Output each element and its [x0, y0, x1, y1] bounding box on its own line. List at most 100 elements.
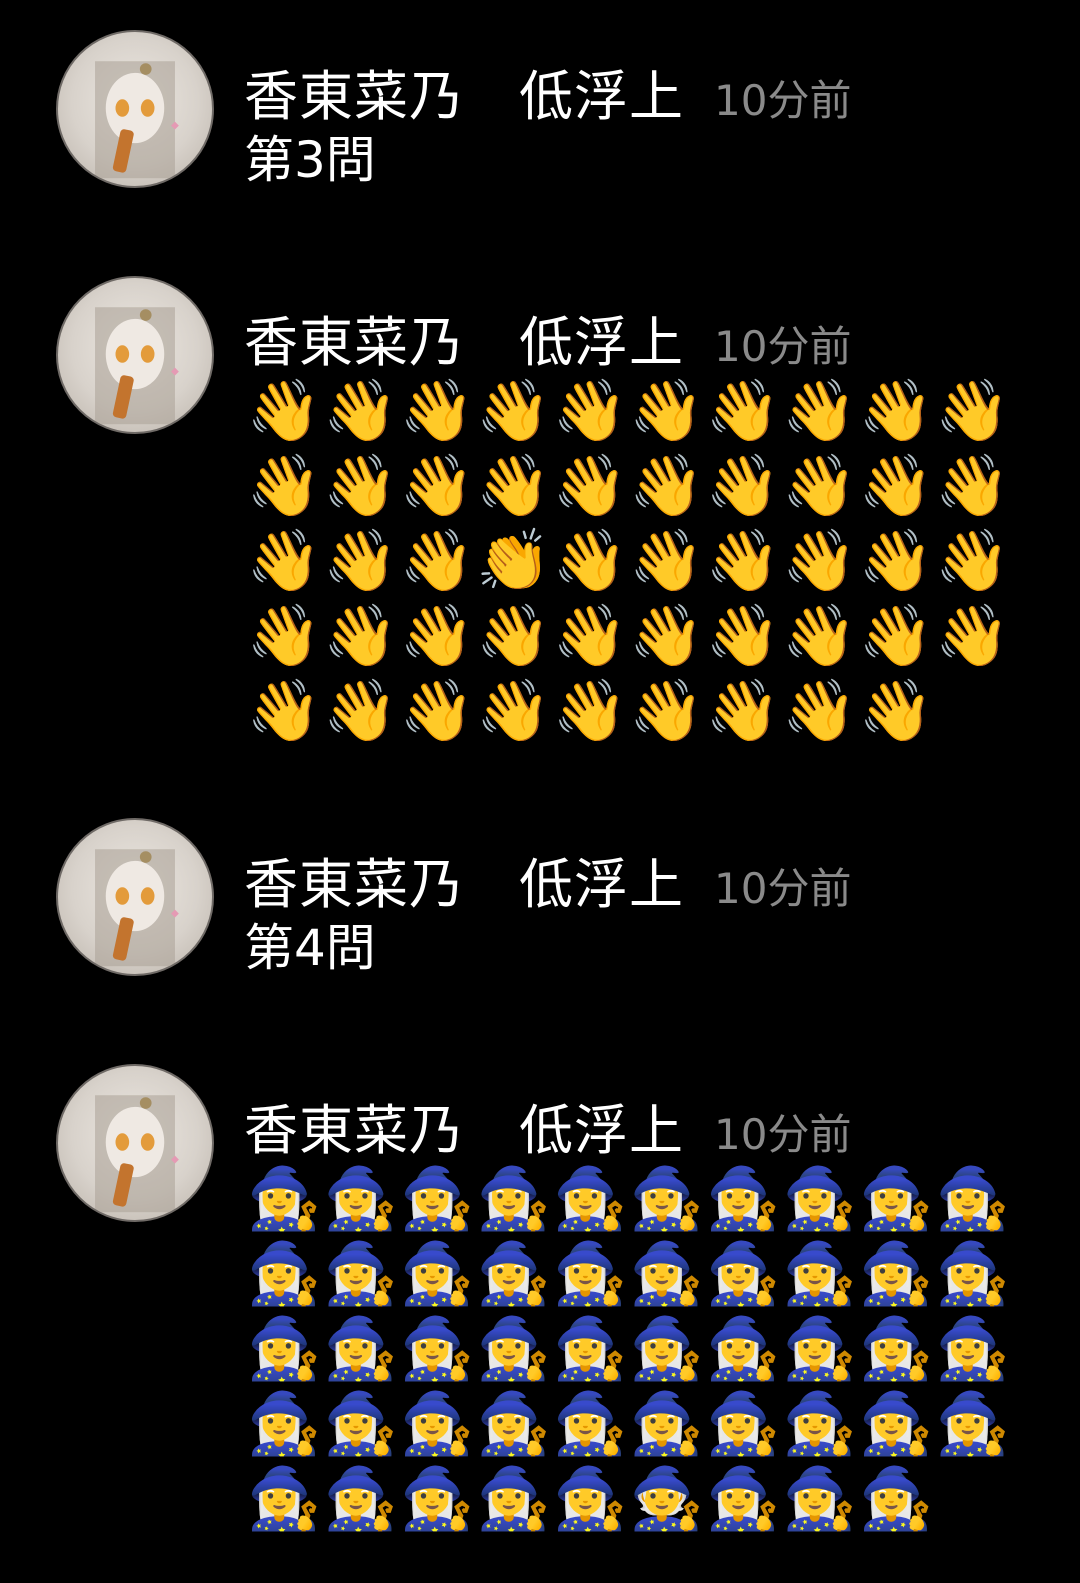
mage-emoji: 🧙‍♀️ — [476, 1389, 552, 1459]
waving-hand-emoji: 👋 — [476, 451, 552, 521]
mage-emoji: 🧙‍♀️ — [323, 1389, 399, 1459]
waving-hand-emoji: 👋 — [629, 451, 705, 521]
waving-hand-emoji: 👋 — [629, 601, 705, 671]
mage-emoji: 🧙‍♀️ — [858, 1389, 934, 1459]
mage-emoji: 🧙‍♀️ — [399, 1464, 475, 1534]
mage-emoji: 🧙‍♀️ — [629, 1239, 705, 1309]
waving-hand-emoji: 👋 — [705, 451, 781, 521]
waving-hand-emoji: 👋 — [705, 526, 781, 596]
timestamp: 10分前 — [714, 1110, 852, 1159]
mage-emoji: 🧙‍♀️ — [858, 1239, 934, 1309]
waving-hand-emoji: 👋 — [629, 526, 705, 596]
username[interactable]: 香東菜乃 低浮上 — [244, 65, 684, 128]
mage-emoji: 🧙‍♀️ — [246, 1239, 322, 1309]
waving-hand-emoji: 👋 — [705, 601, 781, 671]
mage-emoji: 🧙‍♀️ — [705, 1464, 781, 1534]
waving-hand-emoji: 👏 — [476, 526, 552, 596]
mage-emoji: 🧙 — [629, 1464, 705, 1534]
mage-emoji: 🧙‍♀️ — [323, 1464, 399, 1534]
mage-emoji: 🧙‍♀️ — [476, 1164, 552, 1234]
waving-hand-emoji: 👋 — [705, 376, 781, 446]
waving-hand-emoji: 👋 — [246, 601, 322, 671]
waving-hand-emoji: 👋 — [246, 676, 322, 746]
waving-hand-emoji: 👋 — [323, 676, 399, 746]
mage-emoji: 🧙‍♀️ — [705, 1314, 781, 1384]
waving-hand-emoji: 👋 — [858, 601, 934, 671]
comment-header: 香東菜乃 低浮上 10分前 — [244, 298, 852, 374]
timestamp: 10分前 — [714, 76, 852, 125]
mage-emoji: 🧙‍♀️ — [399, 1389, 475, 1459]
waving-hand-emoji: 👋 — [935, 451, 1011, 521]
mage-emoji: 🧙‍♀️ — [552, 1464, 628, 1534]
mage-emoji: 🧙‍♀️ — [782, 1239, 858, 1309]
waving-hand-emoji: 👋 — [782, 526, 858, 596]
mage-emoji: 🧙‍♀️ — [935, 1164, 1011, 1234]
waving-hand-emoji: 👋 — [858, 676, 934, 746]
timestamp: 10分前 — [714, 864, 852, 913]
mage-emoji: 🧙‍♀️ — [935, 1389, 1011, 1459]
mage-emoji: 🧙‍♀️ — [399, 1239, 475, 1309]
waving-hand-emoji: 👋 — [858, 376, 934, 446]
mage-emoji: 🧙‍♀️ — [858, 1164, 934, 1234]
waving-hand-emoji: 👋 — [935, 601, 1011, 671]
username[interactable]: 香東菜乃 低浮上 — [244, 311, 684, 374]
waving-hand-emoji: 👋 — [476, 676, 552, 746]
username[interactable]: 香東菜乃 低浮上 — [244, 853, 684, 916]
waving-hand-emoji: 👋 — [399, 676, 475, 746]
waving-hand-emoji: 👋 — [323, 526, 399, 596]
mage-emoji: 🧙‍♀️ — [323, 1239, 399, 1309]
user-avatar[interactable] — [56, 1064, 214, 1222]
waving-hand-emoji: 👋 — [323, 376, 399, 446]
waving-hand-emoji: 👋 — [782, 601, 858, 671]
waving-hand-emoji: 👋 — [476, 376, 552, 446]
comment-text: 第4問 — [244, 919, 376, 977]
mage-emoji: 🧙‍♀️ — [858, 1314, 934, 1384]
mage-emoji: 🧙‍♀️ — [246, 1314, 322, 1384]
mage-emoji: 🧙‍♀️ — [935, 1314, 1011, 1384]
mage-emoji: 🧙‍♀️ — [476, 1239, 552, 1309]
mage-emoji: 🧙‍♀️ — [782, 1164, 858, 1234]
mage-emoji: 🧙‍♀️ — [246, 1389, 322, 1459]
waving-hand-emoji: 👋 — [399, 376, 475, 446]
mage-emoji: 🧙‍♀️ — [246, 1164, 322, 1234]
waving-hand-emoji: 👋 — [552, 526, 628, 596]
mage-emoji: 🧙‍♀️ — [629, 1314, 705, 1384]
mage-emoji: 🧙‍♀️ — [246, 1464, 322, 1534]
mage-emoji: 🧙‍♀️ — [858, 1464, 934, 1534]
waving-hand-emoji: 👋 — [935, 526, 1011, 596]
user-avatar[interactable] — [56, 818, 214, 976]
emoji-grid: 🧙‍♀️🧙‍♀️🧙‍♀️🧙‍♀️🧙‍♀️🧙‍♀️🧙‍♀️🧙‍♀️🧙‍♀️🧙‍♀️… — [246, 1162, 1026, 1537]
mage-emoji: 🧙‍♀️ — [476, 1464, 552, 1534]
comment-header: 香東菜乃 低浮上 10分前 — [244, 1086, 852, 1162]
mage-emoji: 🧙‍♀️ — [935, 1239, 1011, 1309]
waving-hand-emoji: 👋 — [629, 676, 705, 746]
user-avatar[interactable] — [56, 276, 214, 434]
mage-emoji: 🧙‍♀️ — [476, 1314, 552, 1384]
mage-emoji: 🧙‍♀️ — [629, 1389, 705, 1459]
mage-emoji: 🧙‍♀️ — [552, 1389, 628, 1459]
waving-hand-emoji: 👋 — [246, 526, 322, 596]
user-avatar[interactable] — [56, 30, 214, 188]
comment-text: 第3問 — [244, 131, 376, 189]
waving-hand-emoji: 👋 — [399, 451, 475, 521]
waving-hand-emoji: 👋 — [552, 376, 628, 446]
mage-emoji: 🧙‍♀️ — [705, 1389, 781, 1459]
timestamp: 10分前 — [714, 322, 852, 371]
mage-emoji: 🧙‍♀️ — [552, 1164, 628, 1234]
mage-emoji: 🧙‍♀️ — [552, 1314, 628, 1384]
mage-emoji: 🧙‍♀️ — [629, 1164, 705, 1234]
mage-emoji: 🧙‍♀️ — [782, 1464, 858, 1534]
waving-hand-emoji: 👋 — [782, 376, 858, 446]
waving-hand-emoji: 👋 — [476, 601, 552, 671]
waving-hand-emoji: 👋 — [858, 526, 934, 596]
waving-hand-emoji: 👋 — [782, 676, 858, 746]
mage-emoji: 🧙‍♀️ — [323, 1164, 399, 1234]
username[interactable]: 香東菜乃 低浮上 — [244, 1099, 684, 1162]
waving-hand-emoji: 👋 — [552, 676, 628, 746]
waving-hand-emoji: 👋 — [858, 451, 934, 521]
mage-emoji: 🧙‍♀️ — [552, 1239, 628, 1309]
waving-hand-emoji: 👋 — [552, 451, 628, 521]
waving-hand-emoji: 👋 — [323, 601, 399, 671]
mage-emoji: 🧙‍♀️ — [705, 1239, 781, 1309]
comment-header: 香東菜乃 低浮上 10分前 — [244, 840, 852, 916]
